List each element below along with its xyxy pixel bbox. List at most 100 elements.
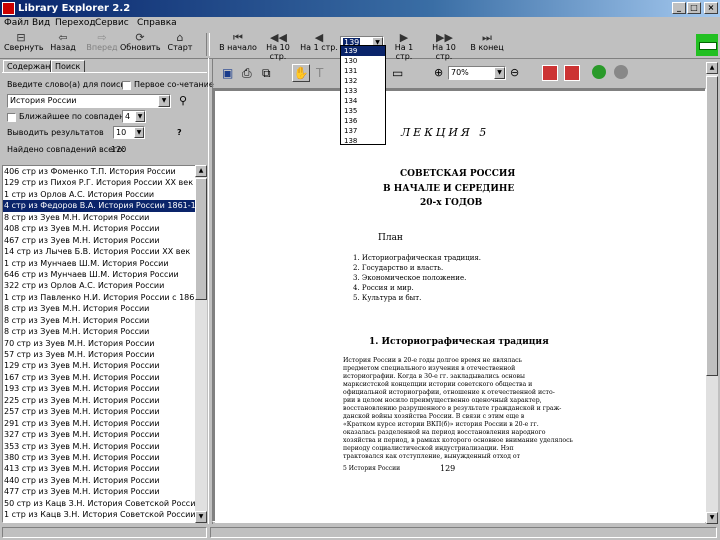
page-option[interactable]: 133 [341, 86, 385, 96]
book-icon[interactable] [696, 34, 718, 56]
page-option[interactable]: 132 [341, 76, 385, 86]
scroll-thumb[interactable] [706, 76, 718, 376]
home-button[interactable]: ⌂ Старт [165, 32, 195, 52]
stop-icon[interactable] [614, 65, 628, 79]
exact-phrase-checkbox[interactable] [122, 81, 131, 90]
chevron-down-icon[interactable]: ▼ [134, 127, 144, 138]
result-item[interactable]: 477 стр из Зуев М.Н. История России [3, 486, 195, 497]
text-select-icon[interactable]: T [316, 66, 323, 80]
zoom-in-icon[interactable]: ⊕ [434, 66, 443, 79]
result-item[interactable]: 327 стр из Зуев М.Н. История России [3, 429, 195, 440]
page-option[interactable]: 131 [341, 66, 385, 76]
page-option[interactable]: 139 [341, 46, 385, 56]
chevron-down-icon[interactable]: ▼ [158, 95, 170, 107]
result-item[interactable]: 380 стр из Зуев М.Н. История России [3, 452, 195, 463]
result-item[interactable]: 4 стр из Федоров В.А. История России 186… [3, 200, 195, 212]
menu-tools[interactable]: Сервис [95, 18, 129, 28]
result-item[interactable]: 322 стр из Орлов А.С. История России [3, 280, 195, 291]
page-option[interactable]: 138 [341, 136, 385, 146]
result-item[interactable]: 413 стр из Зуев М.Н. История России [3, 463, 195, 474]
scroll-down-icon[interactable]: ▼ [706, 512, 718, 524]
back-10-pages-button[interactable]: ◀◀ На 10 стр. [258, 32, 298, 61]
result-item[interactable]: 408 стр из Зуев М.Н. История России [3, 223, 195, 234]
result-item[interactable]: 225 стр из Зуев М.Н. История России [3, 395, 195, 406]
result-item[interactable]: 129 стр из Пихоя Р.Г. История России XX … [3, 177, 195, 188]
go-icon[interactable] [592, 65, 606, 79]
result-item[interactable]: 129 стр из Зуев М.Н. История России [3, 360, 195, 371]
result-item[interactable]: 467 стр из Зуев М.Н. История России [3, 235, 195, 246]
results-list[interactable]: 406 стр из Фоменко Т.П. История России 12… [2, 165, 196, 523]
forward-10-pages-button[interactable]: ▶▶ На 10 стр. [424, 32, 464, 61]
page-option[interactable]: 130 [341, 56, 385, 66]
prev-page-button[interactable]: ◀ На 1 стр. [300, 32, 338, 52]
page-option[interactable]: 136 [341, 116, 385, 126]
next-page-button[interactable]: ▶ На 1 стр. [386, 32, 422, 61]
page-option[interactable]: 137 [341, 126, 385, 136]
refresh-button[interactable]: ⟳ Обновить [120, 32, 161, 52]
close-button[interactable]: × [704, 2, 718, 14]
result-item[interactable]: 167 стр из Зуев М.Н. История России [3, 372, 195, 383]
status-panel-left [2, 527, 207, 538]
app-icon[interactable] [2, 2, 15, 15]
menu-help[interactable]: Справка [137, 18, 177, 28]
result-item[interactable]: 440 стр из Зуев М.Н. История России [3, 475, 195, 486]
result-item[interactable]: 257 стр из Зуев М.Н. История России [3, 406, 195, 417]
result-item[interactable]: 1 стр из Орлов А.С. История России [3, 189, 195, 200]
hand-tool-icon[interactable]: ✋ [292, 64, 310, 82]
result-item[interactable]: 70 стр из Зуев М.Н. История России [3, 338, 195, 349]
scroll-down-icon[interactable]: ▼ [195, 511, 207, 523]
page-dropdown-list[interactable]: 139 130 131 132 133 134 135 136 137 138 [340, 45, 386, 145]
relevance-checkbox[interactable] [7, 113, 16, 122]
forward-button[interactable]: ⇨ Вперед [84, 32, 120, 52]
menu-file[interactable]: Файл [4, 18, 29, 28]
result-item[interactable]: 57 стр из Зуев М.Н. История России [3, 349, 195, 360]
scroll-up-icon[interactable]: ▲ [706, 62, 718, 74]
help-button[interactable]: ? [177, 128, 182, 137]
first-page-button[interactable]: ⏮ В начало [218, 32, 258, 52]
relevance-select[interactable]: 4 ▼ [122, 110, 146, 123]
plan-item: 3. Экономическое положение. [353, 274, 467, 282]
zoom-select[interactable]: 70% ▼ [448, 66, 506, 80]
result-item[interactable]: 50 стр из Кацв З.Н. История Советской Ро… [3, 498, 195, 509]
search-input[interactable]: История России ▼ [7, 94, 171, 108]
last-page-button[interactable]: ⏭ В конец [468, 32, 506, 52]
viewer-scrollbar[interactable]: ▲ ▼ [706, 62, 718, 524]
scroll-thumb[interactable] [195, 178, 207, 300]
results-count-select[interactable]: 10 ▼ [113, 126, 145, 139]
minimize-button[interactable]: _ [672, 2, 686, 14]
result-item[interactable]: 8 стр из Зуев М.Н. История России [3, 315, 195, 326]
result-item[interactable]: 193 стр из Зуев М.Н. История России [3, 383, 195, 394]
page-option[interactable]: 134 [341, 96, 385, 106]
result-item[interactable]: 14 стр из Лычев Б.В. История России XX в… [3, 246, 195, 257]
print-icon[interactable]: ⎙ [242, 66, 252, 81]
result-item[interactable]: 353 стр из Зуев М.Н. История России [3, 441, 195, 452]
maximize-button[interactable]: □ [687, 2, 701, 14]
menu-go[interactable]: Переход [55, 18, 96, 28]
bookmark-add-icon[interactable] [564, 65, 580, 81]
back-button[interactable]: ⇦ Назад [48, 32, 78, 52]
results-scrollbar[interactable]: ▲ ▼ [195, 165, 207, 523]
bookmark-icon[interactable] [542, 65, 558, 81]
result-item[interactable]: 1 стр из Мунчаев Ш.М. История России [3, 258, 195, 269]
result-item[interactable]: 1 стр из Кацв З.Н. История Советской Рос… [3, 509, 195, 520]
menu-view[interactable]: Вид [32, 18, 50, 28]
copy-icon[interactable]: ⧉ [262, 66, 271, 81]
result-item[interactable]: 406 стр из Фоменко Т.П. История России [3, 166, 195, 177]
page-option[interactable]: 135 [341, 106, 385, 116]
result-item[interactable]: 291 стр из Зуев М.Н. История России [3, 418, 195, 429]
chevron-down-icon[interactable]: ▼ [494, 67, 505, 79]
collapse-button[interactable]: ⊟ Свернуть [4, 32, 44, 52]
binoculars-icon[interactable]: ⚲ [176, 94, 190, 108]
chevron-down-icon[interactable]: ▼ [135, 111, 145, 122]
body-line: историографии. Когда в 30-е гг. закладыв… [343, 373, 525, 380]
save-icon[interactable]: ▣ [222, 66, 233, 80]
result-item[interactable]: 8 стр из Зуев М.Н. История России [3, 303, 195, 314]
result-item[interactable]: 8 стр из Зуев М.Н. История России [3, 212, 195, 223]
zoom-out-icon[interactable]: ⊖ [510, 66, 519, 79]
result-item[interactable]: 646 стр из Мунчаев Ш.М. История России [3, 269, 195, 280]
page-viewer[interactable]: ЛЕКЦИЯ 5 СОВЕТСКАЯ РОССИЯ В НАЧАЛЕ И СЕР… [212, 88, 706, 523]
scroll-up-icon[interactable]: ▲ [195, 165, 207, 177]
result-item[interactable]: 1 стр из Павленко Н.И. История России с … [3, 292, 195, 303]
result-item[interactable]: 8 стр из Зуев М.Н. История России [3, 326, 195, 337]
fit-page-icon[interactable]: ▭ [392, 66, 403, 80]
